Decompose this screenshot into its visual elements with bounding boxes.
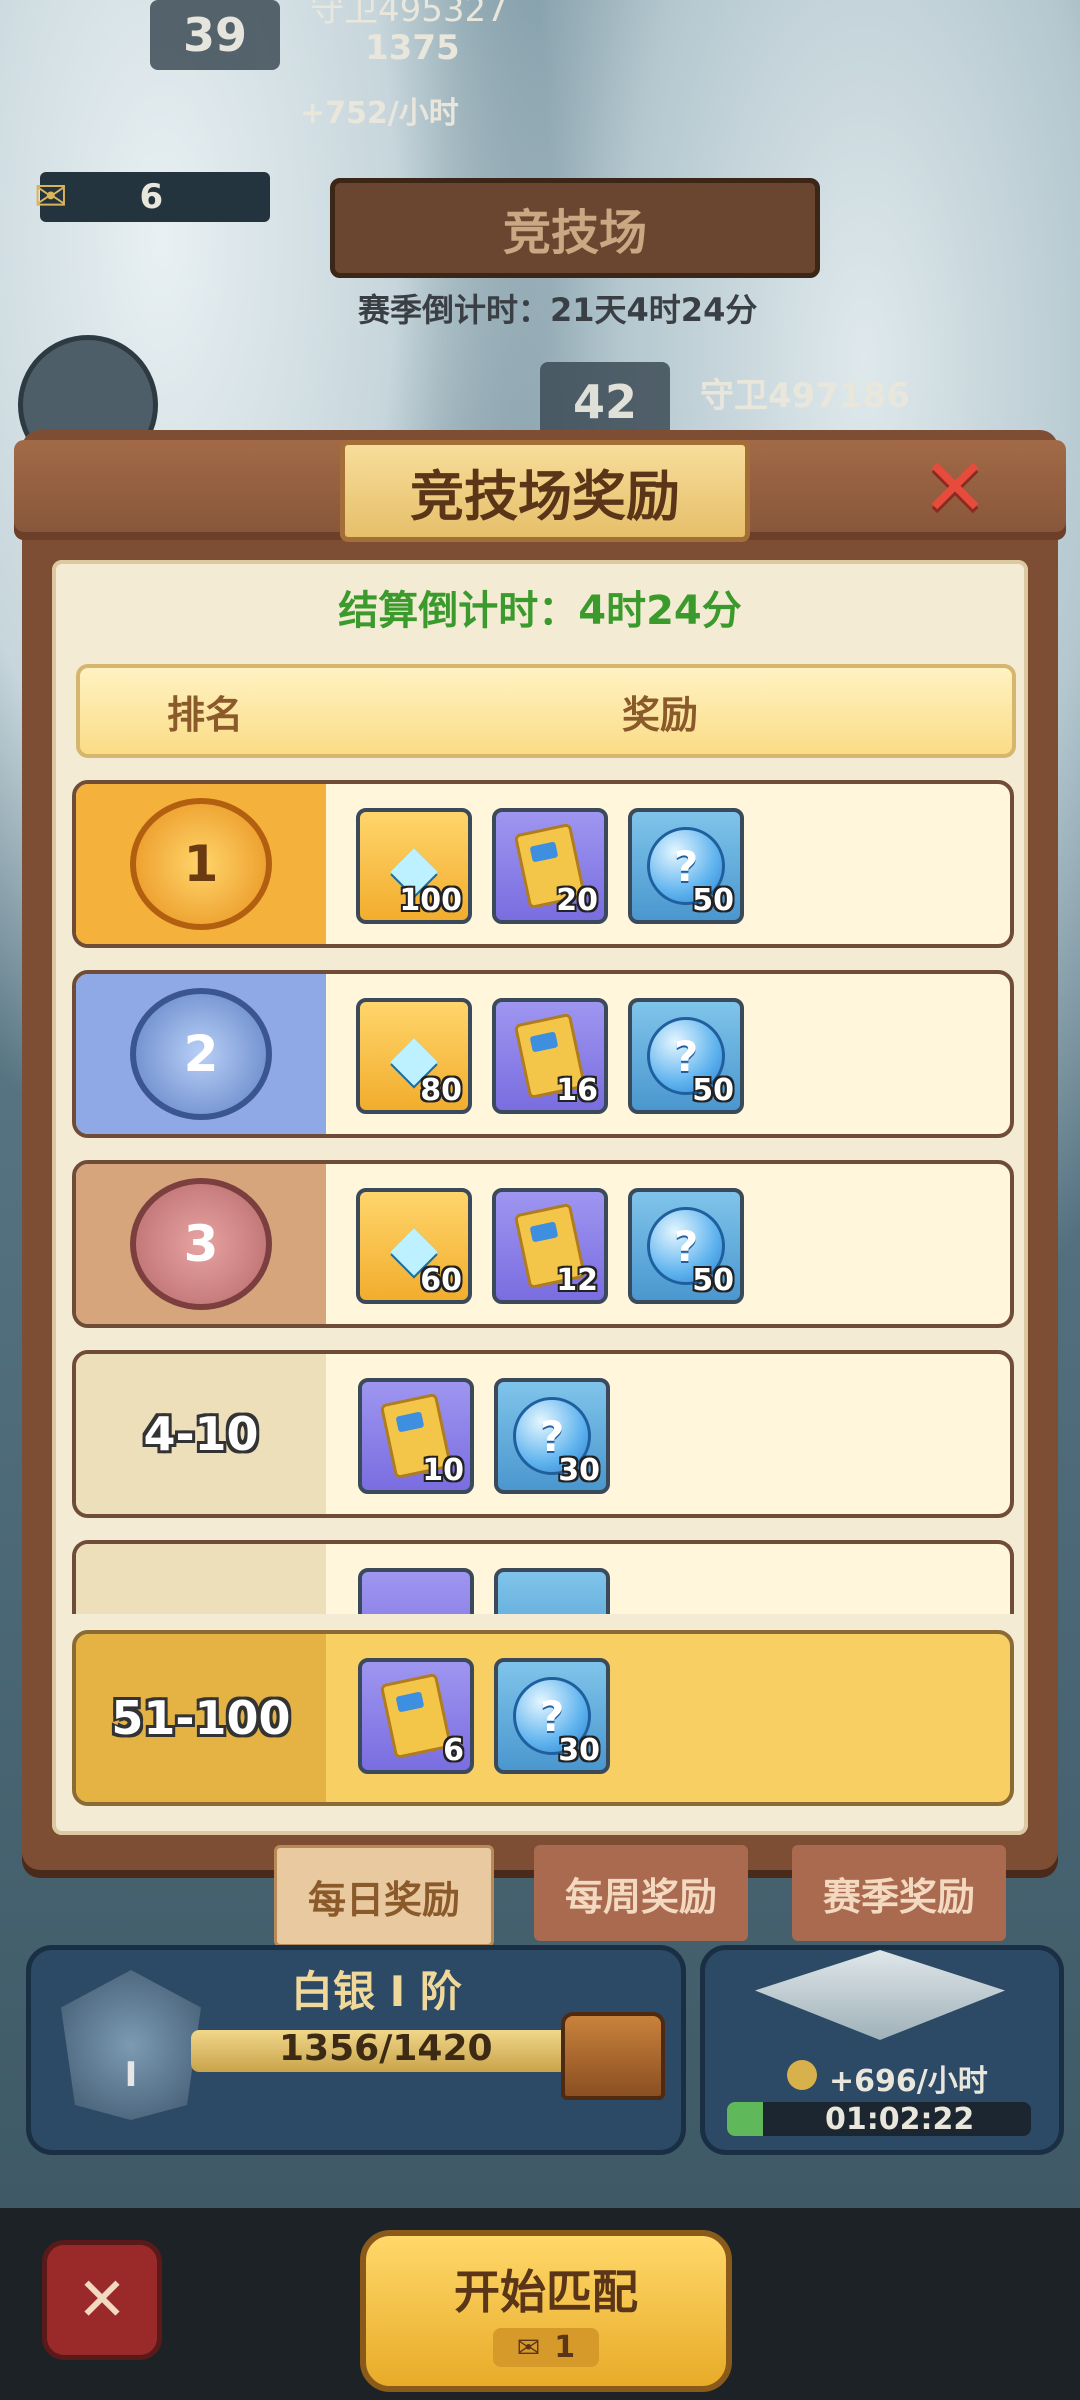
reward-diamond[interactable]: ◆ 100 [356,808,472,924]
reward-orb[interactable]: ? 50 [628,1188,744,1304]
reward-qty: 30 [558,1453,600,1488]
income-card[interactable]: +696/小时 01:02:22 [700,1945,1064,2155]
tab-weekly[interactable]: 每周奖励 [534,1845,748,1941]
rank-number: 2 [183,1025,219,1083]
reward-diamond[interactable]: ◆ 80 [356,998,472,1114]
reward-qty: 16 [556,1073,598,1108]
reward-qty: 60 [420,1263,462,1298]
crossed-swords-icon: ✕ [76,2265,128,2335]
income-timer-fill [727,2102,764,2136]
reward-qty: 30 [558,1733,600,1768]
start-match-button[interactable]: 开始匹配 ✉ 1 [360,2230,732,2392]
reward-orb[interactable]: ? 30 [494,1658,610,1774]
reward-row-4-10: 4-10 10 ? 30 [72,1350,1014,1518]
top-player-income: +752/小时 [300,96,459,131]
tier-numeral: I [124,2055,138,2095]
tier-badge-icon: I [61,1970,201,2120]
reward-table-header: 排名 奖励 [76,664,1016,758]
ticket-icon: ✉ [516,2330,541,2364]
rank-cell: 51-100 [76,1634,326,1802]
rank-number: 3 [183,1215,219,1273]
rank-range: 4-10 [143,1407,259,1461]
reward-row-partial [72,1540,1014,1614]
reward-ticket[interactable]: 12 [492,1188,608,1304]
header-rank: 排名 [166,692,243,737]
reward-diamond[interactable]: ◆ 60 [356,1188,472,1304]
reward-orb[interactable]: ? 30 [494,1378,610,1494]
rank-cell: 2 [76,974,326,1134]
scroll-counter[interactable]: ✉ 6 [34,172,270,222]
reward-items: ◆ 100 20 ? 50 [356,808,744,924]
top-player-rank: 39 [182,8,247,62]
battle-crossed-swords-button[interactable]: ✕ [42,2240,162,2360]
rank-range: 51-100 [111,1691,291,1745]
tier-card[interactable]: I 白银 I 阶 1356/1420 [26,1945,686,2155]
reward-row-1: 1 ◆ 100 20 ? 50 [72,780,1014,948]
rank-number: 1 [183,835,219,893]
rank-cell: 1 [76,784,326,944]
start-cost-value: 1 [554,2329,576,2365]
reward-orb[interactable] [494,1568,610,1614]
gold-medal-icon: 1 [130,798,272,930]
reward-orb[interactable]: ? 50 [628,998,744,1114]
reward-items: 6 ? 30 [358,1658,610,1774]
start-match-label: 开始匹配 [454,2264,638,2319]
coin-icon [787,2060,817,2090]
reward-ticket[interactable]: 10 [358,1378,474,1494]
modal-title-banner: 竞技场奖励 [340,440,750,542]
reward-orb[interactable]: ? 50 [628,808,744,924]
tier-name: 白银 I 阶 [291,1967,462,2016]
reward-qty: 50 [692,1263,734,1298]
reward-items: ◆ 80 16 ? 50 [356,998,744,1114]
reward-ticket[interactable] [358,1568,474,1614]
reward-items: ◆ 60 12 ? 50 [356,1188,744,1304]
second-player-name: 守卫497186 [700,376,910,416]
second-player-rank: 42 [572,375,637,429]
reward-row-2: 2 ◆ 80 16 ? 50 [72,970,1014,1138]
top-player-card: 39 [150,0,280,70]
scroll-icon: ✉ [34,174,68,220]
reward-items [358,1568,610,1614]
my-rank-row: 51-100 6 ? 30 [72,1630,1014,1806]
treasure-chest-icon[interactable] [561,2012,665,2100]
reward-row-3: 3 ◆ 60 12 ? 50 [72,1160,1014,1328]
reward-ticket[interactable]: 6 [358,1658,474,1774]
rank-cell: 4-10 [76,1354,326,1514]
reward-qty: 100 [399,883,462,918]
reward-qty: 50 [692,883,734,918]
income-timer: 01:02:22 [825,2102,975,2137]
reward-qty: 20 [556,883,598,918]
season-countdown: 赛季倒计时：21天4时24分 [358,291,758,329]
scroll-count: 6 [139,177,164,217]
rank-cell: 3 [76,1164,326,1324]
arena-title: 竞技场 [502,205,647,261]
reward-items: 10 ? 30 [358,1378,610,1494]
top-player-name: 守卫495327 [310,0,508,30]
arena-title-plate: 竞技场 [330,178,820,278]
reward-qty: 6 [443,1733,464,1768]
tab-daily[interactable]: 每日奖励 [274,1845,494,1947]
reward-qty: 10 [422,1453,464,1488]
base-preview-image [755,1950,1005,2040]
close-icon[interactable]: ✕ [920,441,990,534]
tab-season[interactable]: 赛季奖励 [792,1845,1006,1941]
rank-cell [76,1544,326,1614]
modal-title: 竞技场奖励 [410,464,680,528]
tier-progress-text: 1356/1420 [279,2028,493,2069]
start-cost: ✉ 1 [492,2327,600,2367]
reward-qty: 12 [556,1263,598,1298]
settle-countdown: 结算倒计时：4时24分 [338,588,742,634]
bronze-medal-icon: 3 [130,1178,272,1310]
top-player-score: 1375 [365,28,460,68]
reward-qty: 80 [420,1073,462,1108]
silver-medal-icon: 2 [130,988,272,1120]
header-reward: 奖励 [621,692,698,737]
reward-ticket[interactable]: 16 [492,998,608,1114]
reward-ticket[interactable]: 20 [492,808,608,924]
ticket-icon [379,1672,453,1760]
reward-qty: 50 [692,1073,734,1108]
income-rate: +696/小时 [829,2064,988,2099]
